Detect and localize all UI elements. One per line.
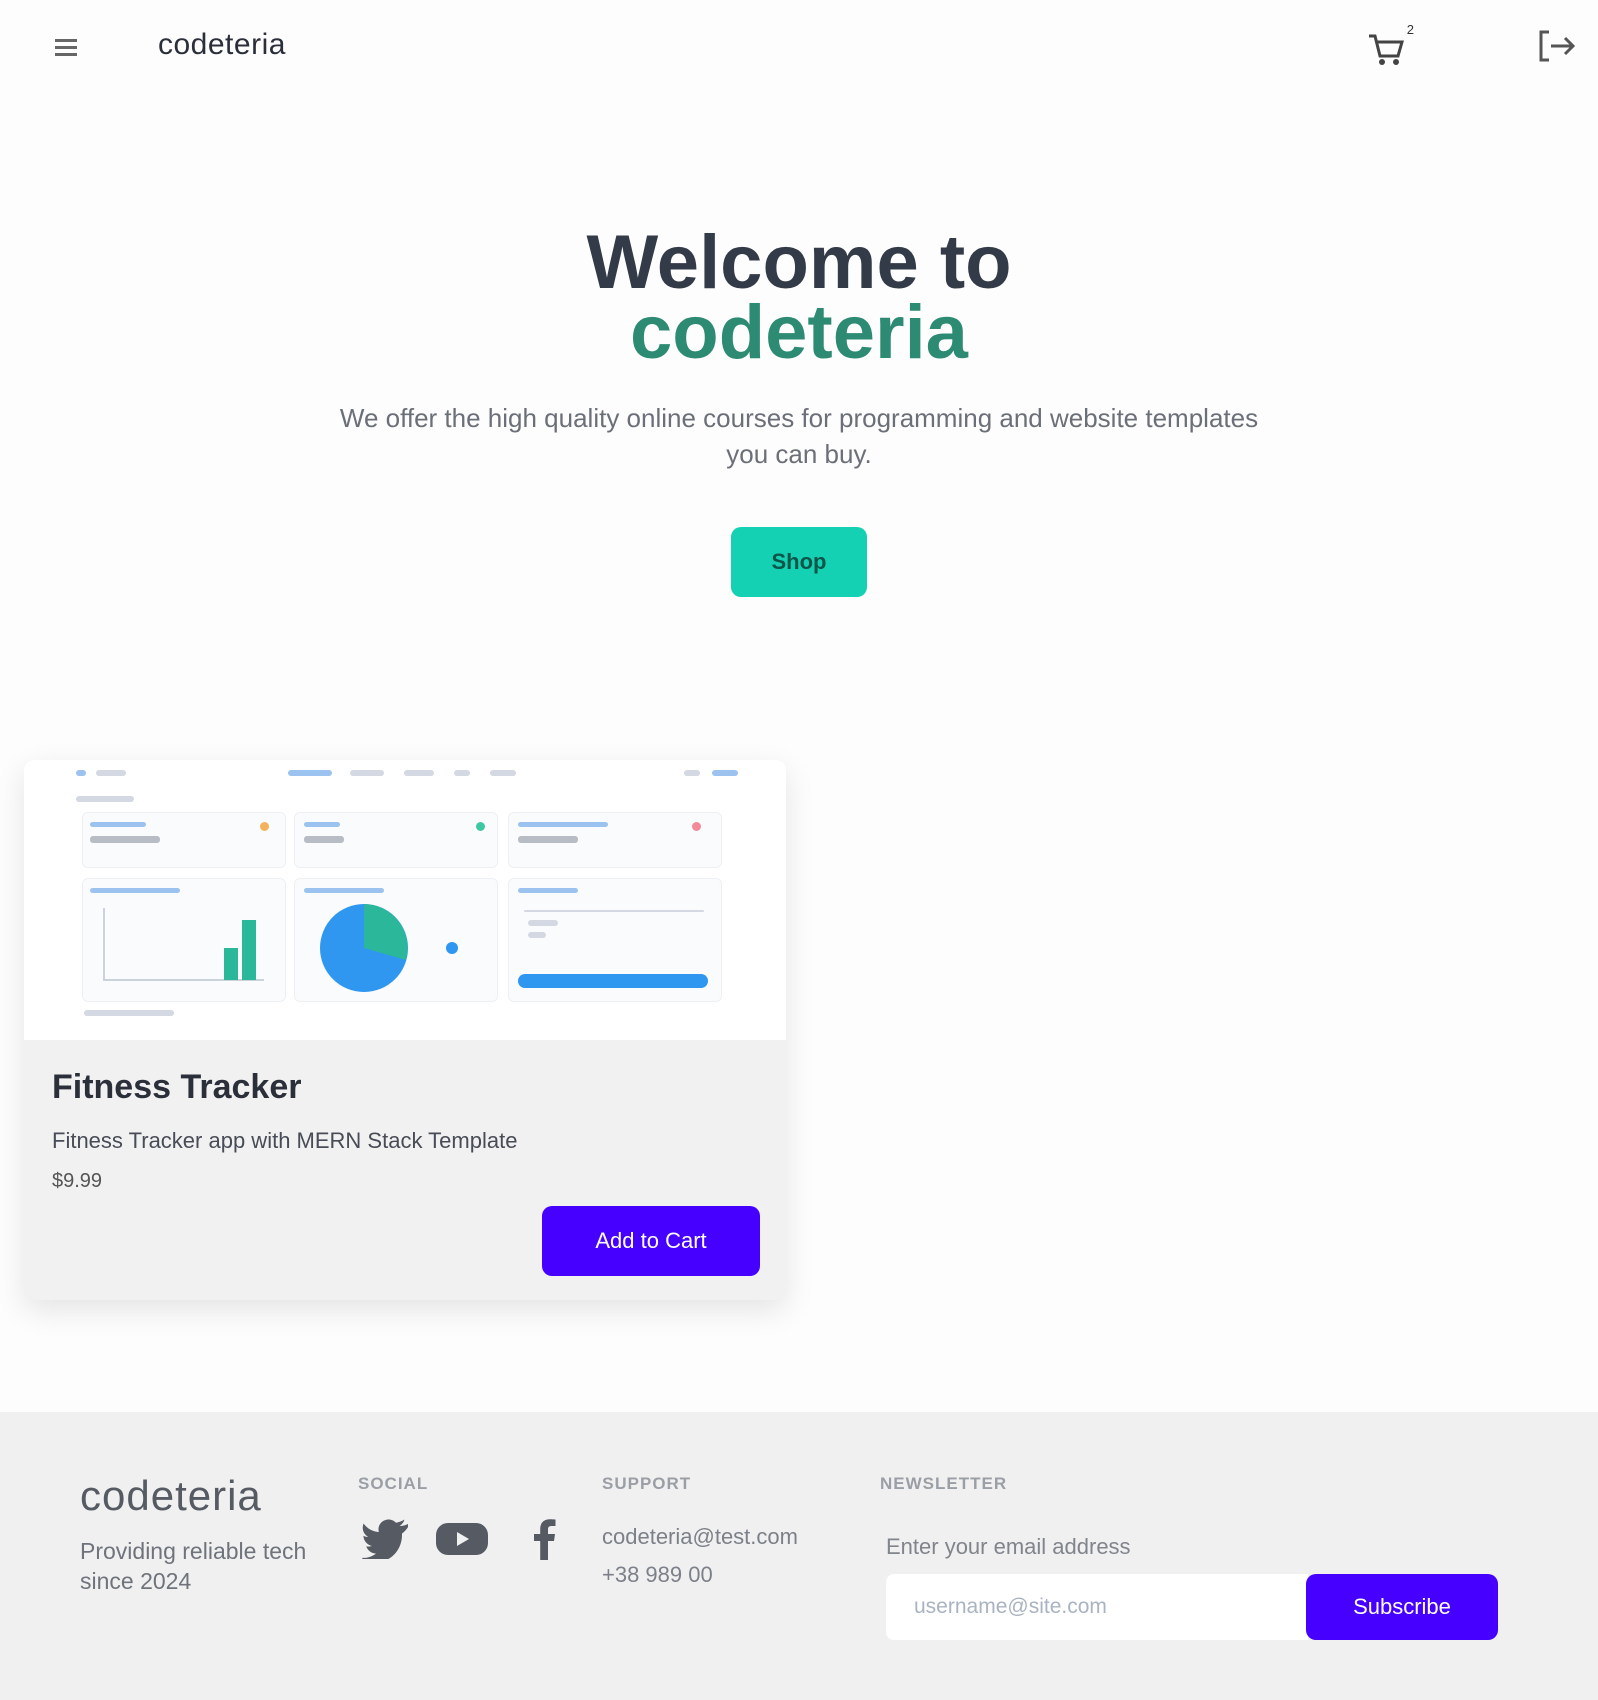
newsletter-heading: NEWSLETTER <box>880 1474 1008 1493</box>
facebook-link[interactable] <box>516 1516 572 1562</box>
product-image <box>24 760 786 1040</box>
product-card[interactable]: Fitness Tracker Fitness Tracker app with… <box>24 760 786 1300</box>
product-description: Fitness Tracker app with MERN Stack Temp… <box>52 1128 518 1153</box>
youtube-icon <box>436 1523 488 1555</box>
support-phone: +38 989 00 <box>602 1562 713 1587</box>
footer-brand: codeteria <box>80 1472 262 1519</box>
hero-subtitle: We offer the high quality online courses… <box>339 403 1259 469</box>
brand-logo[interactable]: codeteria <box>158 28 286 62</box>
twitter-icon <box>362 1519 408 1559</box>
cart-count-badge: 2 <box>1406 22 1414 37</box>
twitter-link[interactable] <box>358 1516 414 1562</box>
shop-button[interactable]: Shop <box>731 527 867 597</box>
cart-button[interactable]: 2 <box>1366 22 1416 68</box>
youtube-link[interactable] <box>434 1516 490 1562</box>
social-heading: SOCIAL <box>358 1474 429 1493</box>
support-email[interactable]: codeteria@test.com <box>602 1524 798 1550</box>
newsletter-email-input[interactable] <box>886 1574 1308 1640</box>
support-heading: SUPPORT <box>602 1474 692 1493</box>
newsletter-prompt: Enter your email address <box>886 1534 1131 1559</box>
header: codeteria 2 <box>0 0 1598 96</box>
menu-button[interactable] <box>52 32 82 62</box>
footer-tagline: Providing reliable tech since 2024 <box>80 1538 307 1594</box>
login-icon <box>1539 30 1576 62</box>
subscribe-button[interactable]: Subscribe <box>1306 1574 1498 1640</box>
footer: codeteria Providing reliable tech since … <box>0 1412 1598 1700</box>
product-title: Fitness Tracker <box>52 1068 302 1106</box>
hero-title: Welcome to codeteria <box>0 220 1598 375</box>
hero-title-brand: codeteria <box>630 290 968 375</box>
hero-title-line1: Welcome to <box>586 220 1012 305</box>
facebook-icon <box>534 1519 556 1560</box>
menu-icon <box>55 39 77 56</box>
product-price: $9.99 <box>52 1170 103 1192</box>
add-to-cart-button[interactable]: Add to Cart <box>542 1206 760 1276</box>
login-button[interactable] <box>1535 28 1579 68</box>
cart-icon <box>1369 34 1404 65</box>
